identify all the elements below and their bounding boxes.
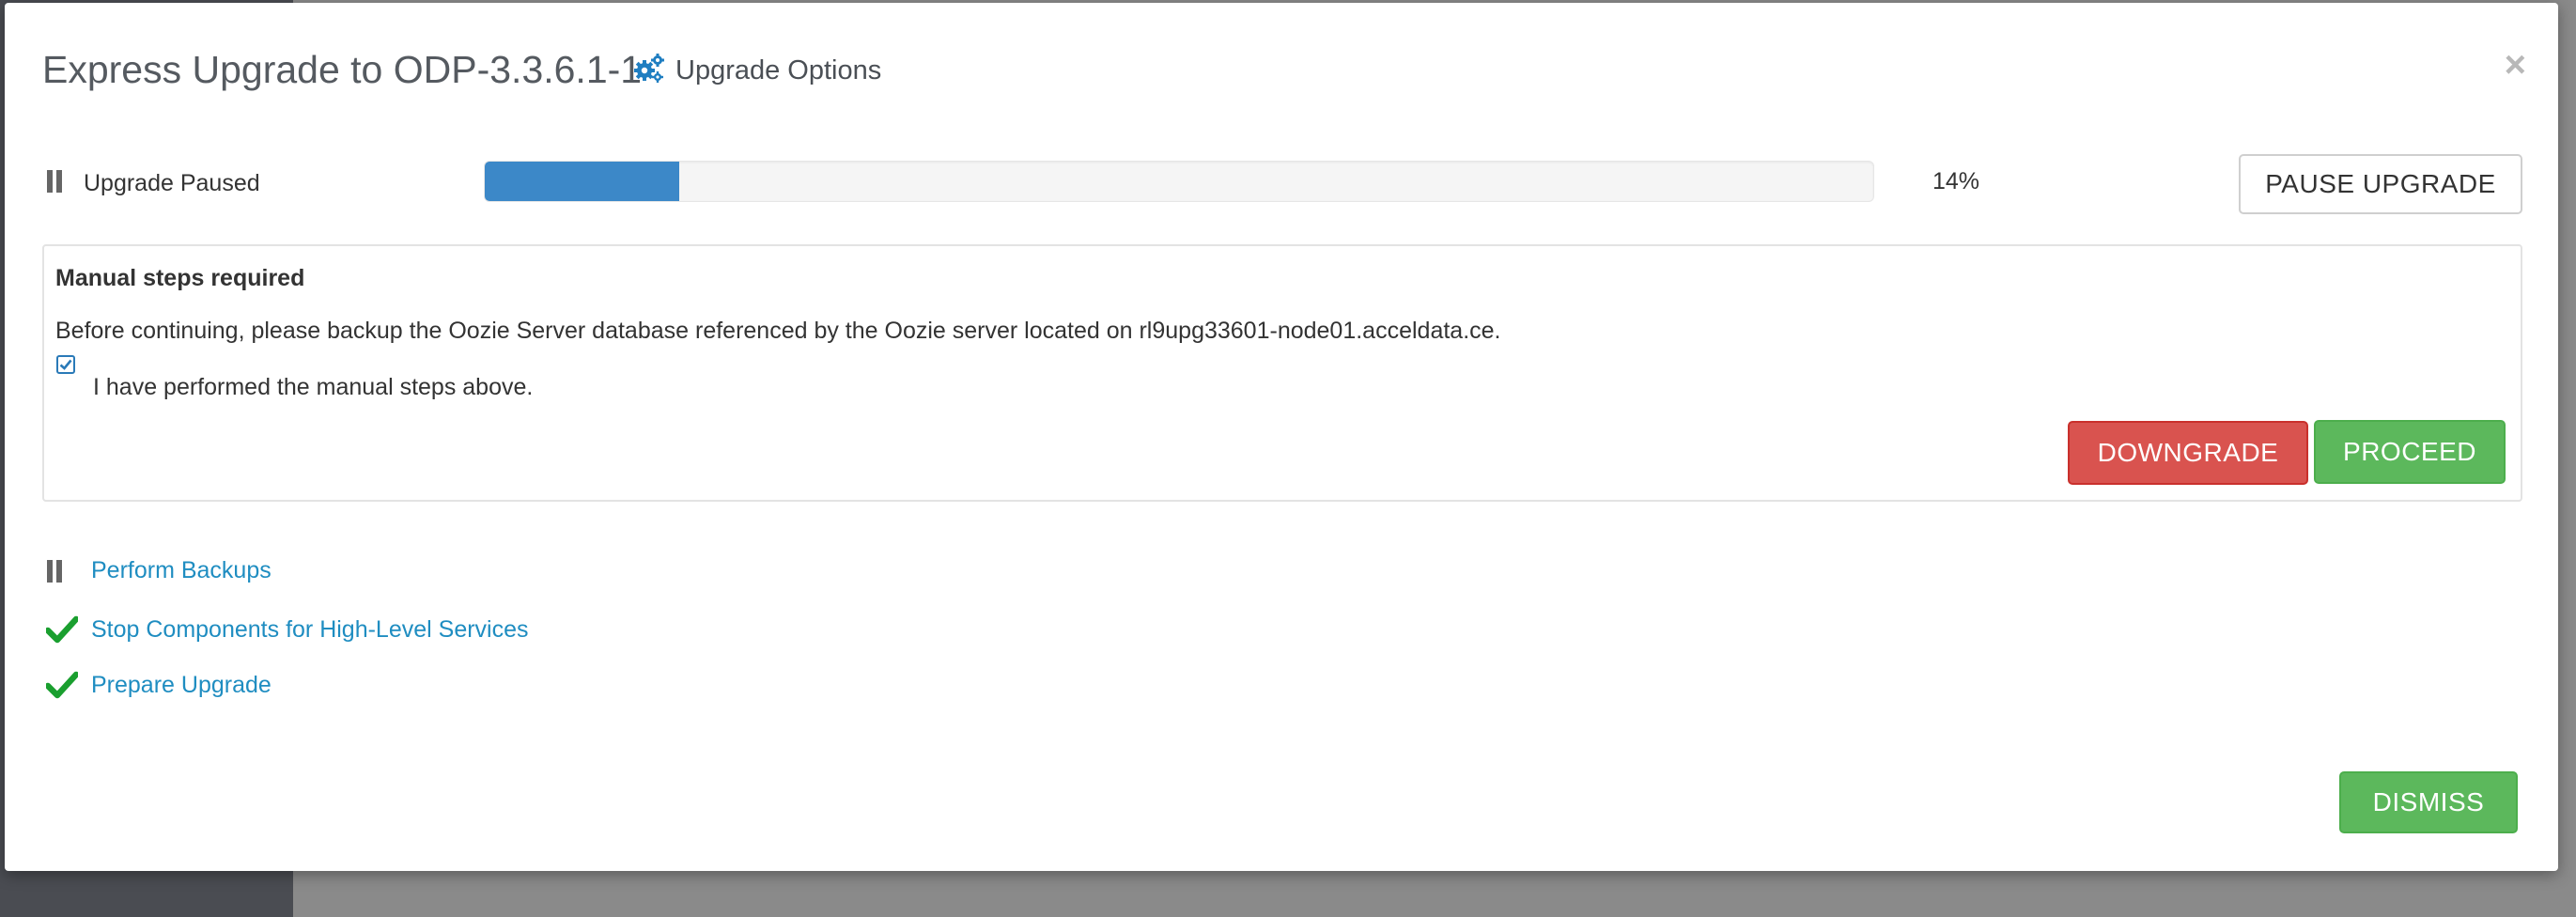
upgrade-status-text: Upgrade Paused xyxy=(84,170,260,196)
step-item-stop-components: Stop Components for High-Level Services xyxy=(46,615,529,644)
manual-steps-checkbox-label: I have performed the manual steps above. xyxy=(93,374,534,400)
checkmark-icon xyxy=(59,359,72,370)
check-icon xyxy=(46,615,82,644)
upgrade-options-link[interactable]: Upgrade Options xyxy=(632,52,881,90)
upgrade-options-label: Upgrade Options xyxy=(675,55,882,85)
pause-upgrade-button[interactable]: PAUSE UPGRADE xyxy=(2239,154,2522,214)
modal-title: Express Upgrade to ODP-3.3.6.1-1 xyxy=(42,48,643,91)
pause-icon xyxy=(46,559,63,583)
manual-steps-checkbox[interactable] xyxy=(56,355,75,374)
progress-percent: 14% xyxy=(1932,168,1980,194)
manual-steps-panel: Manual steps required Before continuing,… xyxy=(42,244,2522,502)
step-link-perform-backups[interactable]: Perform Backups xyxy=(91,557,272,584)
step-item-perform-backups: Perform Backups xyxy=(46,557,272,584)
check-icon xyxy=(46,671,82,699)
manual-steps-message: Before continuing, please backup the Ooz… xyxy=(55,318,1501,344)
dismiss-button[interactable]: DISMISS xyxy=(2339,771,2518,833)
gears-icon xyxy=(632,52,666,90)
progress-fill xyxy=(485,162,679,201)
pause-icon xyxy=(46,170,63,193)
proceed-button[interactable]: PROCEED xyxy=(2314,420,2506,484)
downgrade-button[interactable]: DOWNGRADE xyxy=(2068,421,2308,485)
manual-steps-title: Manual steps required xyxy=(55,265,305,291)
step-link-stop-components[interactable]: Stop Components for High-Level Services xyxy=(91,616,529,644)
step-link-prepare-upgrade[interactable]: Prepare Upgrade xyxy=(91,672,272,699)
upgrade-modal: Express Upgrade to ODP-3.3.6.1-1 Upgrade… xyxy=(5,3,2558,871)
upgrade-progress-bar xyxy=(484,161,1874,202)
close-button[interactable]: × xyxy=(2505,46,2526,84)
step-item-prepare-upgrade: Prepare Upgrade xyxy=(46,671,272,699)
